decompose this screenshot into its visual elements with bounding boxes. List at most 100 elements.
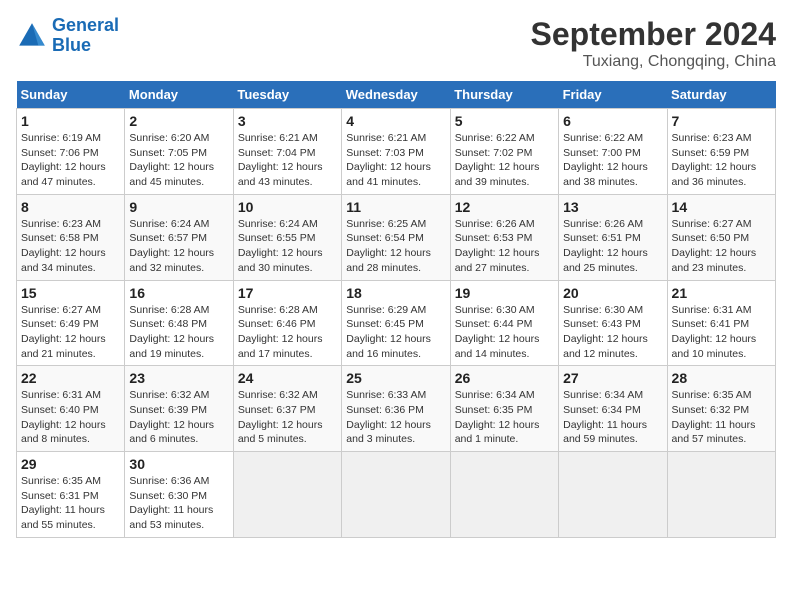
day-number: 19 xyxy=(455,285,554,301)
calendar-cell: 23 Sunrise: 6:32 AMSunset: 6:39 PMDayligh… xyxy=(125,366,233,452)
day-number: 12 xyxy=(455,199,554,215)
weekday-header-sunday: Sunday xyxy=(17,81,125,109)
calendar-cell: 15 Sunrise: 6:27 AMSunset: 6:49 PMDayligh… xyxy=(17,280,125,366)
calendar-cell: 13Sunrise: 6:26 AMSunset: 6:51 PMDayligh… xyxy=(559,194,667,280)
day-detail: Sunrise: 6:35 AMSunset: 6:32 PMDaylight:… xyxy=(672,388,771,447)
day-number: 11 xyxy=(346,199,445,215)
calendar-week-0: 1 Sunrise: 6:19 AMSunset: 7:06 PMDaylight… xyxy=(17,109,776,195)
calendar-cell: 20 Sunrise: 6:30 AMSunset: 6:43 PMDayligh… xyxy=(559,280,667,366)
calendar-cell xyxy=(450,452,558,538)
day-number: 10 xyxy=(238,199,337,215)
calendar-body: 1 Sunrise: 6:19 AMSunset: 7:06 PMDaylight… xyxy=(17,109,776,538)
day-detail: Sunrise: 6:32 AMSunset: 6:37 PMDaylight:… xyxy=(238,388,337,447)
calendar-cell: 9 Sunrise: 6:24 AMSunset: 6:57 PMDaylight… xyxy=(125,194,233,280)
logo: General Blue xyxy=(16,16,119,56)
calendar-cell: 28 Sunrise: 6:35 AMSunset: 6:32 PMDayligh… xyxy=(667,366,775,452)
weekday-header-friday: Friday xyxy=(559,81,667,109)
day-number: 23 xyxy=(129,370,228,386)
day-detail: Sunrise: 6:32 AMSunset: 6:39 PMDaylight:… xyxy=(129,388,228,447)
location-title: Tuxiang, Chongqing, China xyxy=(531,53,776,71)
day-number: 26 xyxy=(455,370,554,386)
day-detail: Sunrise: 6:26 AMSunset: 6:53 PMDaylight:… xyxy=(455,217,554,276)
day-number: 13 xyxy=(563,199,662,215)
day-detail: Sunrise: 6:30 AMSunset: 6:43 PMDaylight:… xyxy=(563,303,662,362)
weekday-header-row: SundayMondayTuesdayWednesdayThursdayFrid… xyxy=(17,81,776,109)
calendar-cell: 5Sunrise: 6:22 AMSunset: 7:02 PMDaylight… xyxy=(450,109,558,195)
calendar-week-4: 29 Sunrise: 6:35 AMSunset: 6:31 PMDayligh… xyxy=(17,452,776,538)
logo-line2: Blue xyxy=(52,35,91,55)
day-number: 20 xyxy=(563,285,662,301)
day-detail: Sunrise: 6:19 AMSunset: 7:06 PMDaylight:… xyxy=(21,131,120,190)
calendar-table: SundayMondayTuesdayWednesdayThursdayFrid… xyxy=(16,81,776,538)
day-number: 6 xyxy=(563,113,662,129)
calendar-cell: 6 Sunrise: 6:22 AMSunset: 7:00 PMDaylight… xyxy=(559,109,667,195)
calendar-cell: 10 Sunrise: 6:24 AMSunset: 6:55 PMDayligh… xyxy=(233,194,341,280)
calendar-cell: 19 Sunrise: 6:30 AMSunset: 6:44 PMDayligh… xyxy=(450,280,558,366)
calendar-cell: 27 Sunrise: 6:34 AMSunset: 6:34 PMDayligh… xyxy=(559,366,667,452)
day-number: 4 xyxy=(346,113,445,129)
day-number: 22 xyxy=(21,370,120,386)
weekday-header-wednesday: Wednesday xyxy=(342,81,450,109)
title-block: September 2024 Tuxiang, Chongqing, China xyxy=(531,16,776,71)
calendar-cell: 24Sunrise: 6:32 AMSunset: 6:37 PMDayligh… xyxy=(233,366,341,452)
day-detail: Sunrise: 6:27 AMSunset: 6:50 PMDaylight:… xyxy=(672,217,771,276)
day-number: 29 xyxy=(21,456,120,472)
calendar-header: SundayMondayTuesdayWednesdayThursdayFrid… xyxy=(17,81,776,109)
day-detail: Sunrise: 6:31 AMSunset: 6:40 PMDaylight:… xyxy=(21,388,120,447)
calendar-cell: 30Sunrise: 6:36 AMSunset: 6:30 PMDayligh… xyxy=(125,452,233,538)
calendar-cell: 7Sunrise: 6:23 AMSunset: 6:59 PMDaylight… xyxy=(667,109,775,195)
calendar-cell: 26 Sunrise: 6:34 AMSunset: 6:35 PMDayligh… xyxy=(450,366,558,452)
weekday-header-monday: Monday xyxy=(125,81,233,109)
day-number: 14 xyxy=(672,199,771,215)
day-detail: Sunrise: 6:28 AMSunset: 6:48 PMDaylight:… xyxy=(129,303,228,362)
day-detail: Sunrise: 6:30 AMSunset: 6:44 PMDaylight:… xyxy=(455,303,554,362)
month-title: September 2024 xyxy=(531,16,776,53)
day-detail: Sunrise: 6:29 AMSunset: 6:45 PMDaylight:… xyxy=(346,303,445,362)
day-detail: Sunrise: 6:33 AMSunset: 6:36 PMDaylight:… xyxy=(346,388,445,447)
calendar-cell: 4 Sunrise: 6:21 AMSunset: 7:03 PMDaylight… xyxy=(342,109,450,195)
calendar-cell: 1 Sunrise: 6:19 AMSunset: 7:06 PMDaylight… xyxy=(17,109,125,195)
logo-line1: General xyxy=(52,15,119,35)
day-number: 17 xyxy=(238,285,337,301)
day-detail: Sunrise: 6:24 AMSunset: 6:57 PMDaylight:… xyxy=(129,217,228,276)
day-detail: Sunrise: 6:35 AMSunset: 6:31 PMDaylight:… xyxy=(21,474,120,533)
day-number: 9 xyxy=(129,199,228,215)
day-detail: Sunrise: 6:23 AMSunset: 6:58 PMDaylight:… xyxy=(21,217,120,276)
calendar-week-3: 22 Sunrise: 6:31 AMSunset: 6:40 PMDayligh… xyxy=(17,366,776,452)
calendar-cell: 12 Sunrise: 6:26 AMSunset: 6:53 PMDayligh… xyxy=(450,194,558,280)
day-number: 27 xyxy=(563,370,662,386)
calendar-cell: 21 Sunrise: 6:31 AMSunset: 6:41 PMDayligh… xyxy=(667,280,775,366)
day-detail: Sunrise: 6:21 AMSunset: 7:03 PMDaylight:… xyxy=(346,131,445,190)
day-detail: Sunrise: 6:21 AMSunset: 7:04 PMDaylight:… xyxy=(238,131,337,190)
day-number: 16 xyxy=(129,285,228,301)
day-number: 15 xyxy=(21,285,120,301)
day-detail: Sunrise: 6:34 AMSunset: 6:35 PMDaylight:… xyxy=(455,388,554,447)
day-detail: Sunrise: 6:22 AMSunset: 7:02 PMDaylight:… xyxy=(455,131,554,190)
day-detail: Sunrise: 6:24 AMSunset: 6:55 PMDaylight:… xyxy=(238,217,337,276)
calendar-week-1: 8 Sunrise: 6:23 AMSunset: 6:58 PMDaylight… xyxy=(17,194,776,280)
calendar-cell: 3 Sunrise: 6:21 AMSunset: 7:04 PMDaylight… xyxy=(233,109,341,195)
day-number: 8 xyxy=(21,199,120,215)
calendar-cell xyxy=(342,452,450,538)
calendar-week-2: 15 Sunrise: 6:27 AMSunset: 6:49 PMDayligh… xyxy=(17,280,776,366)
calendar-cell: 17Sunrise: 6:28 AMSunset: 6:46 PMDayligh… xyxy=(233,280,341,366)
day-detail: Sunrise: 6:36 AMSunset: 6:30 PMDaylight:… xyxy=(129,474,228,533)
page-header: General Blue September 2024 Tuxiang, Cho… xyxy=(16,16,776,71)
day-detail: Sunrise: 6:34 AMSunset: 6:34 PMDaylight:… xyxy=(563,388,662,447)
calendar-cell: 8 Sunrise: 6:23 AMSunset: 6:58 PMDaylight… xyxy=(17,194,125,280)
day-number: 25 xyxy=(346,370,445,386)
day-number: 21 xyxy=(672,285,771,301)
day-detail: Sunrise: 6:22 AMSunset: 7:00 PMDaylight:… xyxy=(563,131,662,190)
day-number: 1 xyxy=(21,113,120,129)
weekday-header-tuesday: Tuesday xyxy=(233,81,341,109)
day-detail: Sunrise: 6:31 AMSunset: 6:41 PMDaylight:… xyxy=(672,303,771,362)
day-number: 3 xyxy=(238,113,337,129)
calendar-cell: 14 Sunrise: 6:27 AMSunset: 6:50 PMDayligh… xyxy=(667,194,775,280)
weekday-header-thursday: Thursday xyxy=(450,81,558,109)
day-detail: Sunrise: 6:20 AMSunset: 7:05 PMDaylight:… xyxy=(129,131,228,190)
day-detail: Sunrise: 6:27 AMSunset: 6:49 PMDaylight:… xyxy=(21,303,120,362)
logo-icon xyxy=(16,20,48,52)
calendar-cell xyxy=(559,452,667,538)
day-number: 28 xyxy=(672,370,771,386)
calendar-cell: 11Sunrise: 6:25 AMSunset: 6:54 PMDayligh… xyxy=(342,194,450,280)
